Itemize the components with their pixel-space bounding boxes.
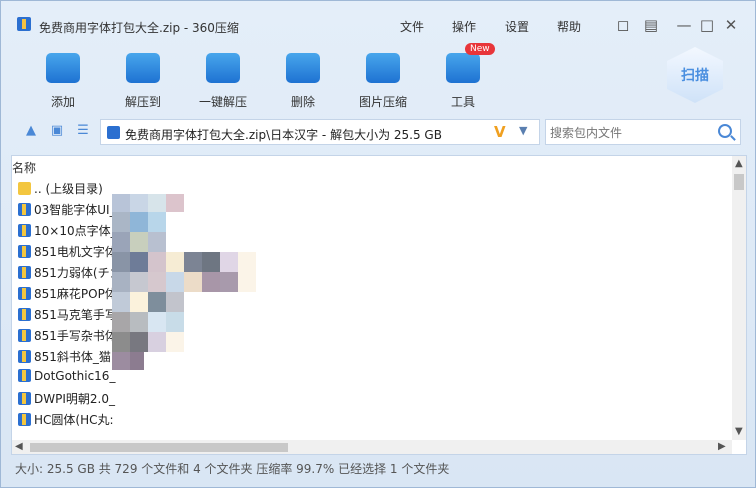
scroll-right-icon[interactable]: ▶ <box>718 441 726 452</box>
delete-button[interactable]: 删除 <box>265 47 341 110</box>
list-item-label: DotGothic16_ <box>34 369 116 383</box>
archive-folder-icon <box>18 413 31 426</box>
vertical-scrollbar[interactable]: ▲ ▼ <box>732 156 746 440</box>
list-item-label: DWPI明朝2.0_ <box>34 392 115 406</box>
tools-icon <box>446 53 480 83</box>
list-item-label: 03智能字体UI_ <box>34 203 116 217</box>
list-item-label: 851斜书体_猫 <box>34 350 111 364</box>
list-item[interactable]: 851麻花POP体 <box>18 285 117 305</box>
one-click-extract-icon <box>206 53 240 83</box>
folder-icon <box>18 182 31 195</box>
maximize-icon[interactable]: □ <box>697 15 717 35</box>
extract-to-button[interactable]: 解压到 <box>105 47 181 110</box>
one-click-extract-label: 一键解压 <box>198 95 247 109</box>
list-item-label: 10×10点字体_ <box>34 224 117 238</box>
list-item-label: 851马克笔手写 <box>34 308 117 322</box>
app-logo-icon <box>17 17 31 31</box>
extract-to-icon <box>126 53 160 83</box>
up-arrow-icon[interactable]: ▲ <box>23 124 39 138</box>
archive-folder-icon <box>18 392 31 405</box>
image-compress-button[interactable]: 图片压缩 <box>345 47 421 110</box>
add-label: 添加 <box>50 95 75 109</box>
list-item-label: 851力弱体(チカ <box>34 266 122 280</box>
list-item[interactable]: 851马克笔手写 <box>18 306 117 326</box>
list-item[interactable]: 851电机文字体 <box>18 243 117 263</box>
list-item[interactable]: 10×10点字体_ <box>18 222 117 242</box>
list-item[interactable]: 851斜书体_猫 <box>18 348 111 368</box>
search-box[interactable] <box>545 119 741 145</box>
list-item-label: HC圆体(HC丸: <box>34 413 114 427</box>
archive-folder-icon <box>18 308 31 321</box>
add-button[interactable]: 添加 <box>25 47 101 110</box>
list-item[interactable]: HC圆体(HC丸: <box>18 411 114 431</box>
scan-label: 扫描 <box>667 47 723 103</box>
archive-folder-icon <box>18 266 31 279</box>
archive-folder-icon <box>18 287 31 300</box>
tools-label: 工具 <box>450 95 475 109</box>
list-item[interactable]: DWPI明朝2.0_ <box>18 390 115 410</box>
menu-settings[interactable]: 设置 <box>505 18 529 35</box>
search-icon[interactable] <box>718 124 732 138</box>
archive-folder-icon <box>18 329 31 342</box>
trash-icon <box>286 53 320 83</box>
address-path: 免费商用字体打包大全.zip\日本汉字 - 解包大小为 25.5 GB <box>125 128 442 142</box>
one-click-extract-button[interactable]: 一键解压 <box>185 47 261 110</box>
list-item-label: .. (上级目录) <box>34 182 103 196</box>
delete-label: 删除 <box>290 95 315 109</box>
list-item[interactable]: 851力弱体(チカ <box>18 264 122 284</box>
archive-folder-icon <box>18 245 31 258</box>
extract-to-label: 解压到 <box>124 95 161 109</box>
address-bar[interactable]: 免费商用字体打包大全.zip\日本汉字 - 解包大小为 25.5 GB V ▼ <box>100 119 540 145</box>
close-icon[interactable]: ✕ <box>721 15 741 35</box>
window-title: 免费商用字体打包大全.zip - 360压缩 <box>39 21 239 35</box>
list-item-label: 851电机文字体 <box>34 245 117 259</box>
column-header-name[interactable]: 名称 <box>12 159 36 176</box>
vertical-scroll-thumb[interactable] <box>734 174 744 190</box>
list-item-parent[interactable]: .. (上级目录) <box>18 180 103 200</box>
scroll-up-icon[interactable]: ▲ <box>735 158 743 169</box>
status-bar: 大小: 25.5 GB 共 729 个文件和 4 个文件夹 压缩率 99.7% … <box>15 462 450 476</box>
archive-icon <box>107 126 120 139</box>
scan-button[interactable]: 扫描 <box>667 47 723 105</box>
verified-icon: V <box>494 123 506 141</box>
title-bar: 免费商用字体打包大全.zip - 360压缩 文件 操作 设置 帮助 ◻ ▤ —… <box>1 1 755 35</box>
scroll-left-icon[interactable]: ◀ <box>15 441 23 452</box>
skin-icon[interactable]: ◻ <box>613 15 633 35</box>
menu-file[interactable]: 文件 <box>400 18 424 35</box>
feedback-icon[interactable]: ▤ <box>641 15 661 35</box>
archive-folder-icon <box>18 369 31 382</box>
list-view-icon[interactable]: ☰ <box>75 124 91 138</box>
app-window: 免费商用字体打包大全.zip - 360压缩 文件 操作 设置 帮助 ◻ ▤ —… <box>0 0 756 488</box>
list-item[interactable]: DotGothic16_ <box>18 369 115 389</box>
tools-button[interactable]: 工具 <box>425 47 501 110</box>
minimize-icon[interactable]: — <box>674 15 694 35</box>
list-item-label: 851麻花POP体 <box>34 287 117 301</box>
add-icon <box>46 53 80 83</box>
list-item-label: 851手写杂书体 <box>34 329 117 343</box>
thumbnail-view-icon[interactable]: ▣ <box>49 124 65 138</box>
archive-folder-icon <box>18 224 31 237</box>
archive-folder-icon <box>18 350 31 363</box>
horizontal-scroll-thumb[interactable] <box>30 443 288 452</box>
image-compress-label: 图片压缩 <box>358 95 407 109</box>
menu-action[interactable]: 操作 <box>452 18 476 35</box>
list-item[interactable]: 03智能字体UI_ <box>18 201 116 221</box>
file-list: 名称 .. (上级目录) 03智能字体UI_ 10×10点字体_ 851电机文字… <box>11 155 747 455</box>
horizontal-scrollbar[interactable]: ◀ ▶ <box>12 440 732 454</box>
menu-help[interactable]: 帮助 <box>557 18 581 35</box>
archive-folder-icon <box>18 203 31 216</box>
scroll-down-icon[interactable]: ▼ <box>735 426 743 437</box>
list-item[interactable]: 851手写杂书体 <box>18 327 117 347</box>
search-input[interactable] <box>550 124 710 142</box>
new-badge: New <box>465 43 495 55</box>
chevron-down-icon[interactable]: ▼ <box>519 124 527 137</box>
image-compress-icon <box>366 53 400 83</box>
